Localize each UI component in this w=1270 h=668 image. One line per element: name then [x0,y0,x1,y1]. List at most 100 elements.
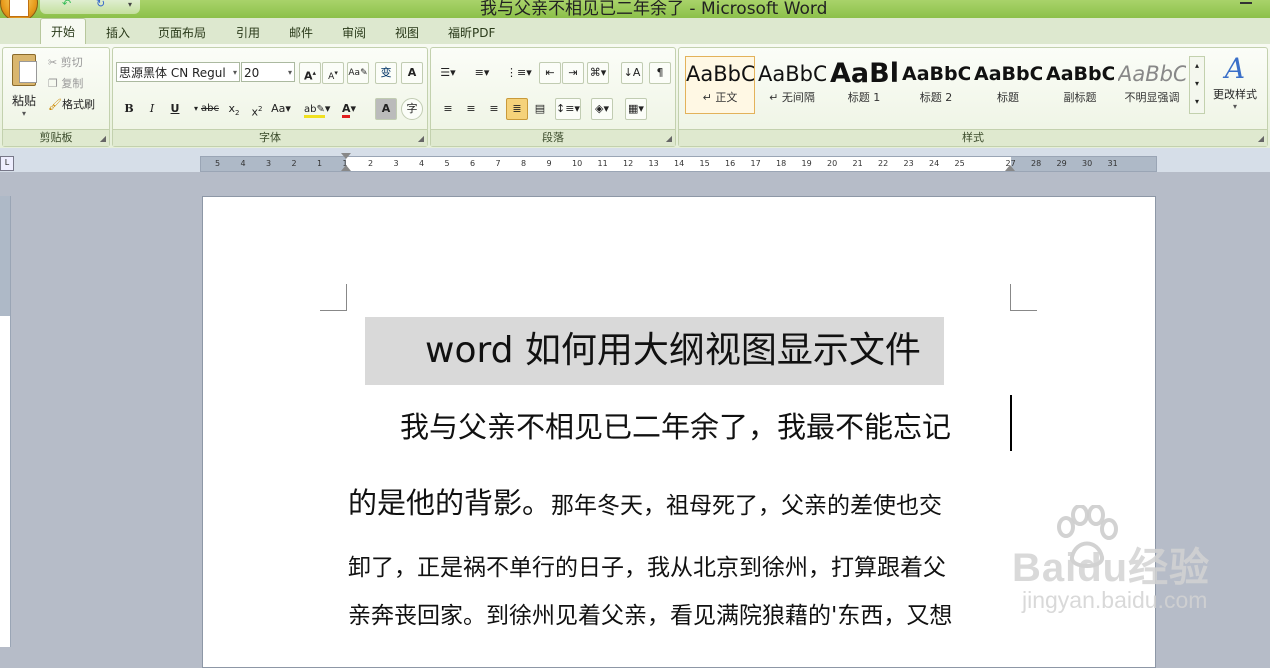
borders-icon[interactable]: ▦▾ [625,98,647,120]
show-marks-icon[interactable]: ¶ [649,62,671,84]
vertical-ruler[interactable] [0,196,11,647]
dialog-launcher-icon[interactable]: ◢ [100,134,106,143]
tab-home[interactable]: 开始 [40,18,87,45]
dialog-launcher-icon[interactable]: ◢ [666,134,672,143]
ruler-label: 20 [827,159,838,168]
ruler-label: 24 [929,159,940,168]
chevron-up-icon[interactable]: ▴ [1190,57,1204,75]
ruler-label: 8 [521,159,527,168]
dialog-launcher-icon[interactable]: ◢ [1258,134,1264,143]
highlighter-icon: ab✎ [304,104,325,118]
style-subtle-emphasis[interactable]: AaBbC( 不明显强调 [1117,56,1187,114]
document-title[interactable]: word 如何用大纲视图显示文件 [365,317,944,385]
tab-references[interactable]: 引用 [236,24,260,41]
multilevel-list-button[interactable]: ⋮≡▾ [505,62,533,84]
styles-scroll[interactable]: ▴ ▾ ▾ [1189,56,1205,114]
ruler-label: 10 [572,159,583,168]
copy-button[interactable]: ❐ 复制 [47,73,84,95]
italic-button[interactable]: I [141,98,163,120]
body-line-2[interactable]: 的是他的背影。那年冬天，祖母死了，父亲的差使也交 [348,480,942,522]
style-normal[interactable]: AaBbC( ↵ 正文 [685,56,755,114]
redo-icon[interactable]: ↻ [96,0,105,10]
tab-foxit-pdf[interactable]: 福昕PDF [448,24,495,41]
cut-button[interactable]: ✂ 剪切 [47,52,84,74]
numbering-button[interactable]: ≡▾ [471,62,493,84]
ruler-label: 23 [903,159,914,168]
superscript-button[interactable]: x2 [246,98,268,120]
chevron-down-icon[interactable]: ▾ [1190,75,1204,93]
shading-icon[interactable]: ◈▾ [591,98,613,120]
justify-icon[interactable]: ≣ [506,98,528,120]
phonetic-guide-icon[interactable]: 变 [375,62,397,84]
bold-button[interactable]: B [118,98,140,120]
underline-button[interactable]: U [164,98,186,120]
tab-review[interactable]: 审阅 [342,24,366,41]
change-styles-label: 更改样式 [1213,88,1257,101]
brush-icon: 🖌 [48,98,62,111]
qat-dropdown-icon[interactable]: ▾ [128,0,132,9]
change-styles-button[interactable]: A 更改样式 ▾ [1207,52,1263,122]
scissors-icon: ✂ [48,56,61,69]
body-line-1[interactable]: 我与父亲不相见已二年余了，我最不能忘记 [400,404,951,446]
clear-formatting-icon[interactable]: Aa✎ [347,62,369,84]
ruler-label: 16 [725,159,736,168]
font-color-button[interactable]: A▾ [338,98,360,120]
grow-font-button[interactable]: A▴ [299,62,321,84]
hanging-indent-marker[interactable] [341,165,351,171]
paste-button[interactable]: 粘贴 ▾ [7,52,41,122]
shrink-font-button[interactable]: A▾ [322,62,344,84]
line-spacing-icon[interactable]: ↕≡▾ [555,98,581,120]
tab-mailings[interactable]: 邮件 [289,24,313,41]
style-sample: AaBbC( [902,63,970,85]
decrease-indent-icon[interactable]: ⇤ [539,62,561,84]
bullets-button[interactable]: ☰▾ [437,62,459,84]
strikethrough-button[interactable]: abc [199,98,221,120]
tab-view[interactable]: 视图 [395,24,419,41]
undo-icon[interactable]: ↶ [62,0,71,10]
more-styles-icon[interactable]: ▾ [1190,93,1204,111]
distributed-icon[interactable]: ▤ [529,98,551,120]
font-name-combo[interactable]: 思源黑体 CN Regul ▾ [116,62,240,82]
character-border-icon[interactable]: A [401,62,423,84]
highlight-color-button[interactable]: ab✎▾ [303,98,331,120]
align-left-icon[interactable]: ≡ [437,98,459,120]
style-title[interactable]: AaBbC 标题 [973,56,1043,114]
tab-page-layout[interactable]: 页面布局 [158,24,206,41]
style-sample: AaBbC( [1046,63,1114,85]
align-center-icon[interactable]: ≡ [460,98,482,120]
align-right-icon[interactable]: ≡ [483,98,505,120]
cut-label: 剪切 [60,56,83,69]
change-case-button[interactable]: Aa▾ [270,98,292,120]
character-shading-icon[interactable]: A [375,98,397,120]
right-indent-marker[interactable] [1005,165,1015,171]
ruler-label: 6 [470,159,476,168]
body-line-2a: 的是他的背影。 [348,486,552,520]
horizontal-ruler[interactable]: 5 4 3 2 1 1 2 3 4 5 6 7 8 9 10 11 12 13 14 15 16 17 18 19 20 21 22… [200,153,1157,172]
style-heading-1[interactable]: AaBl 标题 1 [829,56,899,114]
body-line-4[interactable]: 亲奔丧回家。到徐州见着父亲，看见满院狼藉的'东西，又想 [348,596,952,630]
sort-icon[interactable]: ↓A [621,62,643,84]
font-size-value: 20 [244,66,260,80]
minimize-icon[interactable] [1240,2,1252,4]
tab-selector[interactable]: L [0,156,14,171]
style-subtitle[interactable]: AaBbC( 副标题 [1045,56,1115,114]
increase-indent-icon[interactable]: ⇥ [562,62,584,84]
style-name: 标题 [997,91,1019,104]
enclose-characters-icon[interactable]: 字 [401,98,423,120]
subscript-button[interactable]: x2 [223,98,245,120]
ruler-label: 18 [776,159,787,168]
style-no-spacing[interactable]: AaBbC( ↵ 无间隔 [757,56,827,114]
tab-insert[interactable]: 插入 [106,24,130,41]
style-heading-2[interactable]: AaBbC( 标题 2 [901,56,971,114]
chevron-down-icon: ▾ [287,68,292,77]
font-size-combo[interactable]: 20 ▾ [241,62,295,82]
body-line-3[interactable]: 卸了，正是祸不单行的日子，我从北京到徐州，打算跟着父 [348,548,946,582]
ruler-label: 4 [419,159,425,168]
format-painter-button[interactable]: 🖌格式刷 [47,94,96,116]
style-sample: AaBl [830,58,898,87]
format-painter-label: 格式刷 [61,98,95,111]
first-line-indent-marker[interactable] [341,153,351,159]
dialog-launcher-icon[interactable]: ◢ [418,134,424,143]
chinese-layout-icon[interactable]: ⌘▾ [587,62,609,84]
ruler-label: 14 [674,159,685,168]
